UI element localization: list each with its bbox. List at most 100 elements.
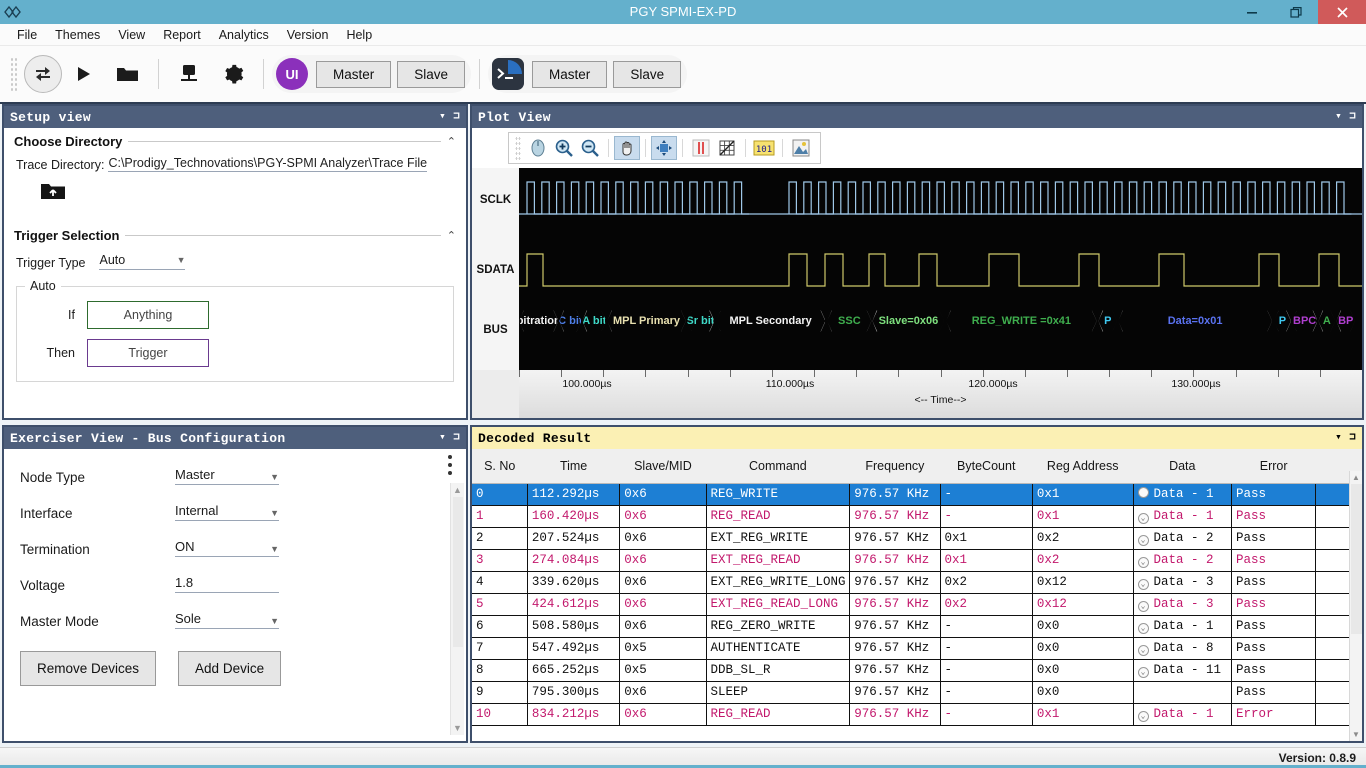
fit-move-icon[interactable] <box>651 136 677 160</box>
expand-chevron-icon[interactable]: ⌄ <box>1138 513 1149 524</box>
table-scroll-down-icon[interactable]: ▼ <box>1350 728 1362 741</box>
then-action-button[interactable]: Trigger <box>87 339 209 367</box>
cell-data[interactable]: ⌄Data - 1 <box>1133 703 1232 725</box>
column-frequency[interactable]: Frequency <box>850 449 940 483</box>
cell-data[interactable]: ⌄Data - 3 <box>1133 593 1232 615</box>
column-sno[interactable]: S. No <box>472 449 527 483</box>
expand-chevron-icon[interactable]: ⌄ <box>1138 623 1149 634</box>
browse-folder-icon[interactable] <box>40 180 66 202</box>
ui-slave-button[interactable]: Slave <box>397 61 465 88</box>
folder-icon[interactable] <box>106 52 150 96</box>
collapse-chevron-icon[interactable]: ⌃ <box>447 135 456 148</box>
export-image-icon[interactable] <box>788 136 814 160</box>
ui-master-button[interactable]: Master <box>316 61 391 88</box>
gear-icon[interactable] <box>211 52 255 96</box>
bus-segment[interactable]: BPC <box>1292 310 1318 332</box>
table-scroll-up-icon[interactable]: ▲ <box>1350 471 1362 484</box>
column-time[interactable]: Time <box>527 449 619 483</box>
chevron-down-icon[interactable]: ▾ <box>439 112 446 123</box>
table-row[interactable]: 8665.252µs0x5DDB_SL_R976.57 KHz-0x0⌄Data… <box>472 659 1362 681</box>
menu-item-analytics[interactable]: Analytics <box>210 26 278 44</box>
minimize-button[interactable] <box>1230 0 1274 24</box>
column-slave-mid[interactable]: Slave/MID <box>620 449 706 483</box>
bus-segment[interactable]: A bit <box>582 310 606 332</box>
mouse-cursor-icon[interactable] <box>525 136 551 160</box>
cell-data[interactable]: ⌄Data - 8 <box>1133 637 1232 659</box>
cell-data[interactable]: ⌄Data - 1 <box>1133 505 1232 527</box>
toolbar-drag-handle[interactable] <box>10 57 18 91</box>
node-type-select[interactable]: Master ▼ <box>175 467 279 485</box>
cell-data[interactable]: ⌄Data - 1 <box>1133 615 1232 637</box>
expand-chevron-icon[interactable]: ⌄ <box>1138 601 1149 612</box>
expand-chevron-icon[interactable]: ⌄ <box>1138 645 1149 656</box>
pin-icon[interactable]: ⊐ <box>453 112 460 123</box>
scroll-up-icon[interactable]: ▲ <box>451 483 464 497</box>
chevron-down-icon-decoded[interactable]: ▾ <box>1335 433 1342 444</box>
device-icon[interactable] <box>167 52 211 96</box>
pin-icon-plot[interactable]: ⊐ <box>1349 112 1356 123</box>
zoom-out-icon[interactable] <box>577 136 603 160</box>
restore-button[interactable] <box>1274 0 1318 24</box>
table-row[interactable]: 1160.420µs0x6REG_READ976.57 KHz-0x1⌄Data… <box>472 505 1362 527</box>
table-row[interactable]: 9795.300µs0x6SLEEP976.57 KHz-0x0Pass <box>472 681 1362 703</box>
remove-devices-button[interactable]: Remove Devices <box>20 651 156 686</box>
zoom-in-icon[interactable] <box>551 136 577 160</box>
add-device-button[interactable]: Add Device <box>178 651 281 686</box>
voltage-input[interactable]: 1.8 <box>175 575 279 593</box>
bus-segment[interactable]: Sr bit <box>687 310 714 332</box>
cell-data[interactable]: ⌄Data - 11 <box>1133 659 1232 681</box>
cell-data[interactable]: ⌄Data - 3 <box>1133 571 1232 593</box>
cell-data[interactable] <box>1133 681 1232 703</box>
cell-data[interactable]: ⌄Data - 2 <box>1133 527 1232 549</box>
column-error[interactable]: Error <box>1232 449 1316 483</box>
plot-toolbar-drag-handle[interactable] <box>515 136 521 160</box>
master-mode-select[interactable]: Sole ▼ <box>175 611 279 629</box>
terminal-master-button[interactable]: Master <box>532 61 607 88</box>
menu-item-report[interactable]: Report <box>154 26 210 44</box>
cursors-icon[interactable] <box>688 136 714 160</box>
expand-chevron-icon[interactable]: ⌄ <box>1138 557 1149 568</box>
menu-item-view[interactable]: View <box>109 26 154 44</box>
table-row[interactable]: 0112.292µs0x6REG_WRITE976.57 KHz-0x1Data… <box>472 483 1362 505</box>
bus-segment[interactable]: SSC <box>827 310 872 332</box>
chevron-down-icon-exerciser[interactable]: ▾ <box>439 433 446 444</box>
scroll-down-icon[interactable]: ▼ <box>451 721 464 735</box>
play-icon[interactable] <box>62 52 106 96</box>
more-options-icon[interactable] <box>448 455 452 479</box>
menu-item-help[interactable]: Help <box>337 26 381 44</box>
pin-icon-exerciser[interactable]: ⊐ <box>453 433 460 444</box>
pan-hand-icon[interactable] <box>614 136 640 160</box>
binary-values-icon[interactable]: 101 <box>751 136 777 160</box>
exerciser-scrollbar[interactable]: ▲ ▼ <box>450 483 464 735</box>
terminal-slave-button[interactable]: Slave <box>613 61 681 88</box>
expand-chevron-icon[interactable]: ⌄ <box>1138 667 1149 678</box>
if-condition-button[interactable]: Anything <box>87 301 209 329</box>
table-row[interactable]: 10834.212µs0x6REG_READ976.57 KHz-0x1⌄Dat… <box>472 703 1362 725</box>
table-row[interactable]: 4339.620µs0x6EXT_REG_WRITE_LONG976.57 KH… <box>472 571 1362 593</box>
cell-data[interactable]: Data - 1 <box>1133 483 1232 505</box>
column-data[interactable]: Data <box>1133 449 1232 483</box>
expand-chevron-icon[interactable]: ⌄ <box>1138 535 1149 546</box>
expand-chevron-icon[interactable]: ⌄ <box>1138 711 1149 722</box>
column-reg-address[interactable]: Reg Address <box>1032 449 1133 483</box>
termination-select[interactable]: ON ▼ <box>175 539 279 557</box>
column-command[interactable]: Command <box>706 449 850 483</box>
table-scrollbar-thumb[interactable] <box>1351 484 1362 634</box>
table-row[interactable]: 3274.084µs0x6EXT_REG_READ976.57 KHz0x10x… <box>472 549 1362 571</box>
table-row[interactable]: 6508.580µs0x6REG_ZERO_WRITE976.57 KHz-0x… <box>472 615 1362 637</box>
scrollbar-thumb[interactable] <box>453 497 463 647</box>
table-row[interactable]: 7547.492µs0x5AUTHENTICATE976.57 KHz-0x0⌄… <box>472 637 1362 659</box>
menu-item-file[interactable]: File <box>8 26 46 44</box>
bus-segment[interactable]: Data=0x01 <box>1118 310 1272 332</box>
menu-item-themes[interactable]: Themes <box>46 26 109 44</box>
bus-segment[interactable]: MPL Primary <box>607 310 686 332</box>
menu-item-version[interactable]: Version <box>278 26 338 44</box>
column-bytecount[interactable]: ByteCount <box>940 449 1032 483</box>
bus-segment[interactable]: MPL Secondary <box>716 310 826 332</box>
interface-select[interactable]: Internal ▼ <box>175 503 279 521</box>
connect-icon[interactable] <box>24 55 62 93</box>
expand-chevron-icon[interactable]: ⌄ <box>1138 579 1149 590</box>
circle-icon[interactable] <box>1138 487 1149 498</box>
trace-directory-input[interactable]: C:\Prodigy_Technovations\PGY-SPMI Analyz… <box>108 156 427 172</box>
chevron-down-icon-plot[interactable]: ▾ <box>1335 112 1342 123</box>
